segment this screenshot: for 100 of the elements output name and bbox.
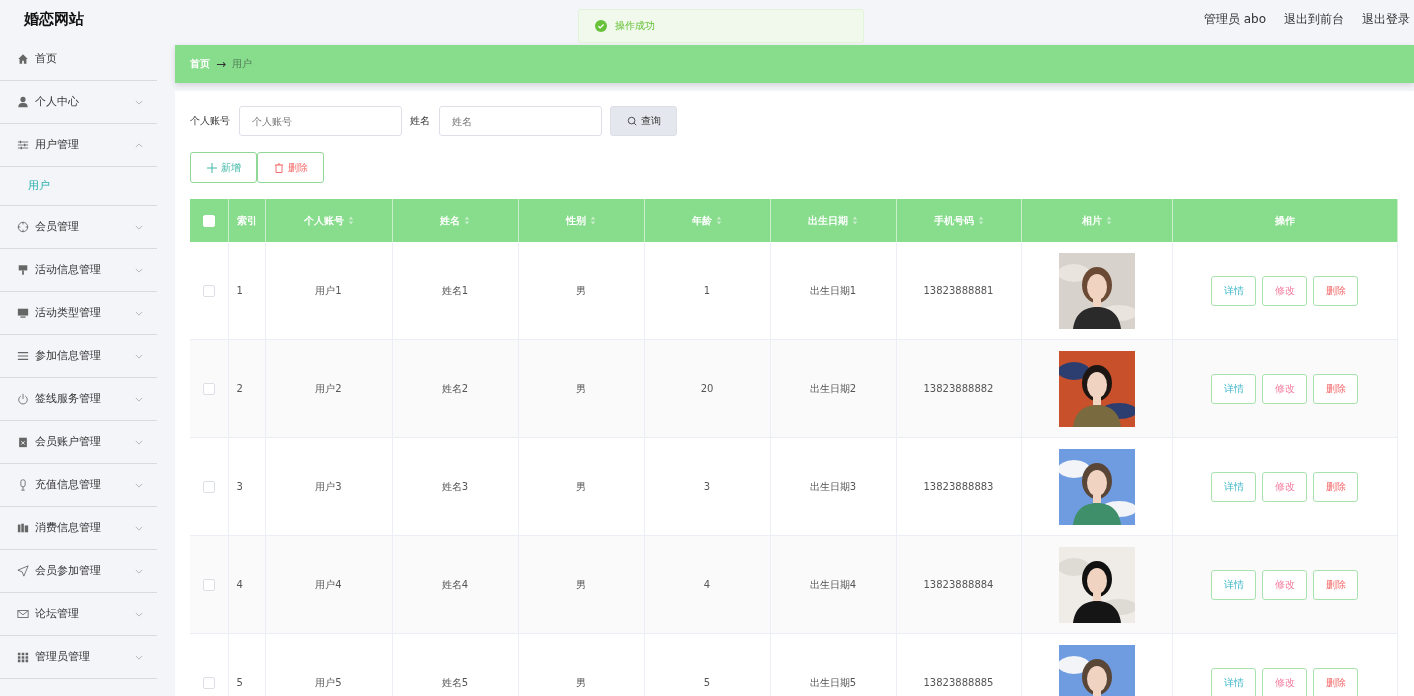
site-title: 婚恋网站	[24, 9, 84, 29]
delete-button[interactable]: 删除	[1313, 569, 1359, 600]
details-button[interactable]: 详情	[1211, 275, 1257, 306]
header-link[interactable]: 退出登录	[1362, 10, 1410, 28]
sort-icon	[716, 216, 722, 225]
row-checkbox[interactable]	[202, 284, 215, 297]
chevron-down-icon	[135, 654, 143, 660]
chevron-down-icon	[135, 267, 143, 273]
row-checkbox[interactable]	[202, 676, 215, 689]
table-cell: 13823888885	[923, 677, 994, 688]
edit-button[interactable]: 修改	[1262, 275, 1308, 306]
sort-icon	[347, 216, 354, 225]
sidebar-item[interactable]: 论坛管理	[0, 593, 157, 636]
search-icon	[626, 116, 637, 126]
search-field[interactable]: 个人账号	[239, 106, 402, 136]
clipboard-icon	[17, 436, 29, 448]
breadcrumb-link[interactable]: 首页	[190, 57, 210, 71]
table-cell: 男	[576, 578, 586, 590]
chevron-down-icon	[135, 353, 143, 359]
table-cell: 姓名5	[441, 676, 469, 688]
sort-icon	[977, 216, 984, 225]
details-button[interactable]: 详情	[1211, 667, 1257, 696]
edit-button[interactable]: 修改	[1262, 569, 1308, 600]
delete-button[interactable]: 删除	[257, 152, 324, 183]
field-label: 个人账号	[190, 114, 230, 128]
search-button[interactable]: 查询	[610, 106, 677, 136]
column-header[interactable]: 索引	[236, 213, 257, 228]
table-cell: 4	[703, 579, 711, 590]
power-icon	[17, 393, 29, 405]
chevron-down-icon	[135, 224, 143, 230]
table-cell: 2	[236, 383, 243, 394]
column-header[interactable]: 手机号码	[933, 213, 984, 228]
sort-icon	[590, 216, 596, 225]
column-header[interactable]: 操作	[1274, 213, 1295, 228]
sidebar-item[interactable]: 管理员管理	[0, 636, 157, 679]
table-cell: 用户2	[315, 382, 342, 394]
row-checkbox[interactable]	[202, 578, 215, 591]
edit-button[interactable]: 修改	[1262, 471, 1308, 502]
edit-button[interactable]: 修改	[1262, 667, 1308, 696]
delete-button[interactable]: 删除	[1313, 275, 1359, 306]
column-header[interactable]: 姓名	[440, 213, 470, 228]
table-cell: 出生日期3	[809, 480, 857, 492]
table-cell: 用户3	[315, 480, 342, 492]
delete-button[interactable]: 删除	[1313, 471, 1359, 502]
table-cell: 20	[700, 383, 714, 394]
search-field[interactable]: 姓名	[439, 106, 602, 136]
sidebar-item[interactable]: 会员参加管理	[0, 550, 157, 593]
chevron-down-icon	[135, 310, 143, 316]
delete-button[interactable]: 删除	[1313, 373, 1359, 404]
toast-message: 操作成功	[615, 19, 655, 33]
row-checkbox[interactable]	[202, 480, 215, 493]
sidebar-item[interactable]: 首页	[0, 38, 157, 81]
sort-icon	[464, 216, 470, 225]
table-cell: 出生日期5	[809, 676, 857, 688]
column-header[interactable]: 年龄	[692, 213, 722, 228]
admin-name: 管理员 abo	[1203, 10, 1266, 28]
details-button[interactable]: 详情	[1211, 373, 1257, 404]
sidebar-item[interactable]: 签线服务管理	[0, 378, 157, 421]
sidebar-item[interactable]: 消费信息管理	[0, 507, 157, 550]
table-cell: 5	[703, 677, 711, 688]
select-all-checkbox[interactable]	[202, 214, 215, 227]
monitor-icon	[17, 307, 29, 319]
breadcrumb-separator: →	[216, 57, 227, 71]
add-button[interactable]: 新增	[190, 152, 257, 183]
sliders-icon	[17, 139, 29, 151]
table-cell: 5	[236, 677, 243, 688]
column-header[interactable]: 相片	[1081, 213, 1112, 228]
sidebar-item[interactable]: 充值信息管理	[0, 464, 157, 507]
table-cell: 13823888881	[923, 285, 994, 296]
row-checkbox[interactable]	[202, 382, 215, 395]
table-cell: 用户4	[315, 578, 342, 590]
edit-button[interactable]: 修改	[1262, 373, 1308, 404]
table-cell: 出生日期4	[809, 578, 857, 590]
column-header[interactable]: 个人账号	[303, 213, 354, 228]
table-cell: 姓名3	[441, 480, 469, 492]
sidebar-item[interactable]: 用户管理	[0, 124, 157, 167]
table-cell: 13823888882	[923, 383, 994, 394]
mail-icon	[17, 608, 29, 620]
crosshair-icon	[17, 221, 29, 233]
header-link[interactable]: 退出到前台	[1284, 10, 1344, 28]
chevron-down-icon	[135, 99, 143, 105]
sidebar-item[interactable]: 会员管理	[0, 206, 157, 249]
sidebar-item[interactable]: 参加信息管理	[0, 335, 157, 378]
delete-button[interactable]: 删除	[1313, 667, 1359, 696]
sidebar-item[interactable]: 活动类型管理	[0, 292, 157, 335]
chevron-down-icon	[135, 396, 143, 402]
column-header[interactable]: 出生日期	[808, 213, 858, 228]
sidebar-item[interactable]: 个人中心	[0, 81, 157, 124]
sidebar-item[interactable]: 活动信息管理	[0, 249, 157, 292]
table-cell: 出生日期1	[809, 284, 857, 296]
details-button[interactable]: 详情	[1211, 569, 1257, 600]
details-button[interactable]: 详情	[1211, 471, 1257, 502]
sort-icon	[1105, 216, 1112, 225]
table-cell: 3	[703, 481, 711, 492]
sidebar-item[interactable]: 会员账户管理	[0, 421, 157, 464]
chevron-down-icon	[135, 482, 143, 488]
submenu-item[interactable]: 用户	[0, 166, 157, 206]
list-icon	[17, 350, 29, 362]
breadcrumb-link[interactable]: 用户	[232, 57, 253, 71]
column-header[interactable]: 性别	[566, 213, 596, 228]
